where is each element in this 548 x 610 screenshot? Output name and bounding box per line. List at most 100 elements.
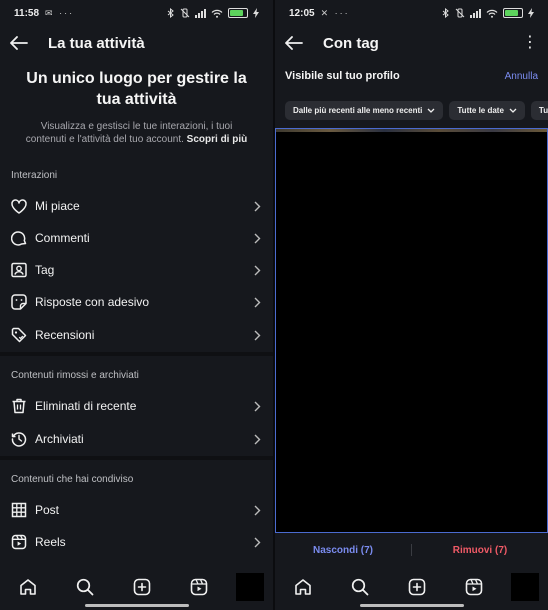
home-icon	[295, 579, 312, 595]
profile-avatar	[511, 573, 539, 601]
page-title: La tua attività	[48, 34, 145, 52]
chevron-down-icon	[509, 108, 517, 113]
chevron-right-icon	[254, 537, 261, 547]
battery-icon	[228, 8, 248, 18]
nav-search[interactable]	[332, 578, 389, 596]
chevron-right-icon	[254, 233, 261, 243]
filter-chips: Dalle più recenti alle meno recenti Tutt…	[285, 101, 548, 120]
page-title: Con tag	[323, 34, 379, 52]
reels-nav-icon	[465, 578, 482, 596]
nav-home[interactable]	[275, 578, 332, 596]
menu-item-label: Mi piace	[35, 199, 80, 213]
visible-on-profile-title: Visibile sul tuo profilo	[285, 70, 400, 82]
back-arrow-icon[interactable]	[285, 36, 303, 50]
wifi-icon	[486, 9, 498, 18]
chevron-right-icon	[254, 434, 261, 444]
sticker-icon	[10, 294, 27, 310]
back-arrow-icon[interactable]	[10, 36, 28, 50]
search-icon	[76, 578, 94, 596]
intro-title: Un unico luogo per gestire la tua attivi…	[26, 70, 247, 108]
profile-avatar	[236, 573, 264, 601]
menu-item-label: Post	[35, 503, 60, 517]
nav-profile[interactable]	[502, 573, 548, 601]
vibrate-off-icon	[455, 8, 465, 18]
activity-screen: 11:58 ✉ ··· La tua attività Un unico luo…	[0, 0, 273, 610]
bluetooth-icon	[442, 8, 449, 18]
menu-item-label: Reels	[35, 535, 66, 549]
section-header-interactions: Interazioni	[11, 170, 58, 181]
thumbnail-edge	[276, 129, 547, 132]
chevron-right-icon	[254, 201, 261, 211]
wifi-icon	[211, 9, 223, 18]
chevron-right-icon	[254, 505, 261, 515]
status-bar: 11:58 ✉ ···	[0, 0, 273, 26]
nav-home[interactable]	[0, 578, 57, 596]
nav-create[interactable]	[389, 578, 446, 596]
charging-icon	[528, 8, 534, 18]
menu-item-reviews[interactable]: Recensioni	[0, 319, 273, 351]
menu-item-label: Commenti	[35, 231, 90, 245]
menu-item-likes[interactable]: Mi piace	[0, 190, 273, 222]
review-tag-icon	[11, 327, 26, 343]
menu-item-reels[interactable]: Reels	[0, 526, 273, 558]
learn-more-link[interactable]: Scopri di più	[187, 134, 248, 145]
status-right-icons	[167, 8, 259, 18]
menu-item-comments[interactable]: Commenti	[0, 222, 273, 254]
chevron-right-icon	[254, 297, 261, 307]
activity-intro: Un unico luogo per gestire la tua attivi…	[20, 68, 253, 146]
nav-reels[interactable]	[445, 578, 502, 596]
nav-reels[interactable]	[170, 578, 227, 596]
menu-item-label: Risposte con adesivo	[35, 295, 150, 309]
tagged-screen: 12:05 ✕ ··· Con tag ⋮ Visibile sul tuo p…	[275, 0, 548, 610]
heart-icon	[10, 198, 27, 214]
menu-item-sticker-replies[interactable]: Risposte con adesivo	[0, 286, 273, 318]
tagged-posts-grid[interactable]	[275, 128, 548, 533]
section-header-removed-archived: Contenuti rimossi e archiviati	[11, 370, 139, 381]
tag-person-icon	[10, 262, 27, 278]
section-divider	[0, 352, 273, 356]
reels-nav-icon	[190, 578, 207, 596]
menu-item-archived[interactable]: Archiviati	[0, 423, 273, 455]
author-filter-chip[interactable]: Tutti	[530, 101, 548, 120]
nav-profile[interactable]	[227, 573, 273, 601]
signal-icon	[470, 8, 481, 18]
nav-create[interactable]	[114, 578, 171, 596]
status-time: 12:05	[289, 7, 315, 19]
menu-item-recently-deleted[interactable]: Eliminati di recente	[0, 390, 273, 422]
vibrate-off-icon	[180, 8, 190, 18]
home-indicator[interactable]	[359, 604, 464, 607]
menu-item-posts[interactable]: Post	[0, 494, 273, 526]
chevron-right-icon	[254, 265, 261, 275]
section-header-shared-content: Contenuti che hai condiviso	[11, 474, 134, 485]
remove-button[interactable]: Rimuovi (7)	[412, 545, 548, 556]
cancel-button[interactable]: Annulla	[505, 71, 538, 82]
chevron-down-icon	[427, 108, 435, 113]
more-options-icon[interactable]: ⋮	[522, 35, 538, 51]
notification-icons: ✕ ···	[320, 7, 350, 18]
date-filter-chip[interactable]: Tutte le date	[449, 101, 525, 120]
charging-icon	[253, 8, 259, 18]
archive-history-icon	[11, 432, 26, 447]
create-icon	[408, 578, 426, 596]
menu-item-label: Tag	[35, 263, 55, 277]
reels-icon	[11, 534, 26, 550]
sort-chip[interactable]: Dalle più recenti alle meno recenti	[285, 101, 444, 120]
nav-search[interactable]	[57, 578, 114, 596]
home-icon	[20, 579, 37, 595]
create-icon	[133, 578, 151, 596]
header: Con tag ⋮	[275, 26, 548, 60]
menu-item-label: Recensioni	[35, 328, 95, 342]
bulk-actions-bar: Nascondi (7) Rimuovi (7)	[275, 540, 548, 560]
trash-icon	[12, 398, 25, 414]
intro-description: Visualizza e gestisci le tue interazioni…	[25, 121, 248, 145]
hide-button[interactable]: Nascondi (7)	[275, 545, 411, 556]
bluetooth-icon	[167, 8, 174, 18]
comment-icon	[10, 231, 26, 246]
header: La tua attività	[0, 26, 273, 60]
home-indicator[interactable]	[84, 604, 189, 607]
chevron-right-icon	[254, 330, 261, 340]
menu-item-label: Archiviati	[35, 432, 84, 446]
visibility-bar: Visibile sul tuo profilo Annulla	[285, 70, 538, 82]
search-icon	[351, 578, 369, 596]
menu-item-tags[interactable]: Tag	[0, 254, 273, 286]
